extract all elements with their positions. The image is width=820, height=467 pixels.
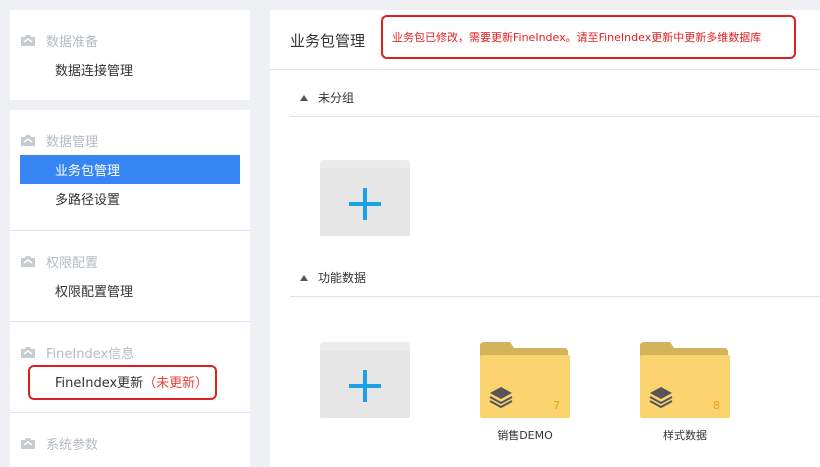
sidebar-item-package-management[interactable]: 业务包管理 xyxy=(20,155,240,184)
sidebar-group-title: 权限配置 xyxy=(46,255,99,271)
cloud-folder-icon xyxy=(20,33,36,47)
sidebar-group-title: FineIndex信息 xyxy=(46,346,135,362)
notice-text: 业务包已修改，需要更新FineIndex。请至FineIndex更新中更新多维数… xyxy=(392,31,762,44)
table-count: 8 xyxy=(713,399,720,412)
sidebar-item-data-connection[interactable]: 数据连接管理 xyxy=(20,55,240,84)
cloud-folder-icon xyxy=(20,436,36,450)
update-notice-callout: 业务包已修改，需要更新FineIndex。请至FineIndex更新中更新多维数… xyxy=(381,15,796,59)
section-header-function-data[interactable]: 功能数据 xyxy=(290,269,366,286)
add-package-button[interactable] xyxy=(320,160,410,236)
package-name: 销售DEMO xyxy=(497,429,553,442)
folder-icon: 8 xyxy=(640,342,730,418)
sidebar-group-title: 系统参数 xyxy=(46,437,99,453)
table-count: 7 xyxy=(553,399,560,412)
section-title: 功能数据 xyxy=(318,271,367,285)
sidebar-group-data-prep: 数据准备 数据连接管理 xyxy=(10,10,250,100)
page-title: 业务包管理 xyxy=(290,32,366,50)
sidebar-group-title: 数据管理 xyxy=(46,134,99,150)
sidebar-divider xyxy=(10,412,250,413)
layers-icon xyxy=(648,384,674,414)
sidebar-group-data-management-content: 数据管理 业务包管理 多路径设置 xyxy=(10,125,250,225)
section-header-ungrouped[interactable]: 未分组 xyxy=(290,89,354,106)
collapse-triangle-icon xyxy=(300,274,308,281)
sidebar-item-label: 多路径设置 xyxy=(55,193,121,208)
section-divider xyxy=(290,296,820,297)
sidebar-group-header: 数据管理 xyxy=(10,125,250,155)
sidebar-item-label: 数据连接管理 xyxy=(55,64,134,79)
package-item[interactable]: 8 样式数据 xyxy=(640,342,730,443)
section-title: 未分组 xyxy=(318,91,355,105)
sidebar-item-label: 权限配置管理 xyxy=(55,285,134,300)
sidebar-item-multipath[interactable]: 多路径设置 xyxy=(20,184,240,213)
sidebar-group-header: FineIndex信息 xyxy=(10,337,250,367)
collapse-triangle-icon xyxy=(300,94,308,101)
main-panel: 业务包管理 未分组 功能数据 7 销售DEMO 8 样式数据 xyxy=(270,10,820,467)
section-divider xyxy=(290,116,820,117)
sidebar-group-header: 数据准备 xyxy=(10,25,250,55)
fineindex-update-highlight xyxy=(28,365,217,400)
folder-icon: 7 xyxy=(480,342,570,418)
sidebar-group-header: 系统参数 xyxy=(10,428,250,458)
sidebar-item-label: 业务包管理 xyxy=(55,164,121,179)
package-item[interactable]: 7 销售DEMO xyxy=(480,342,570,443)
cloud-folder-icon xyxy=(20,345,36,359)
sidebar-item-permission-config[interactable]: 权限配置管理 xyxy=(20,276,240,305)
sidebar-divider xyxy=(10,230,250,231)
sidebar-group-permissions: 权限配置 权限配置管理 xyxy=(10,246,250,316)
sidebar-group-system: 系统参数 xyxy=(10,428,250,467)
layers-icon xyxy=(488,384,514,414)
cloud-folder-icon xyxy=(20,133,36,147)
sidebar-divider xyxy=(10,321,250,322)
package-name: 样式数据 xyxy=(663,429,707,442)
cloud-folder-icon xyxy=(20,254,36,268)
sidebar-group-title: 数据准备 xyxy=(46,34,99,50)
add-package-button[interactable] xyxy=(320,342,410,418)
sidebar-group-header: 权限配置 xyxy=(10,246,250,276)
